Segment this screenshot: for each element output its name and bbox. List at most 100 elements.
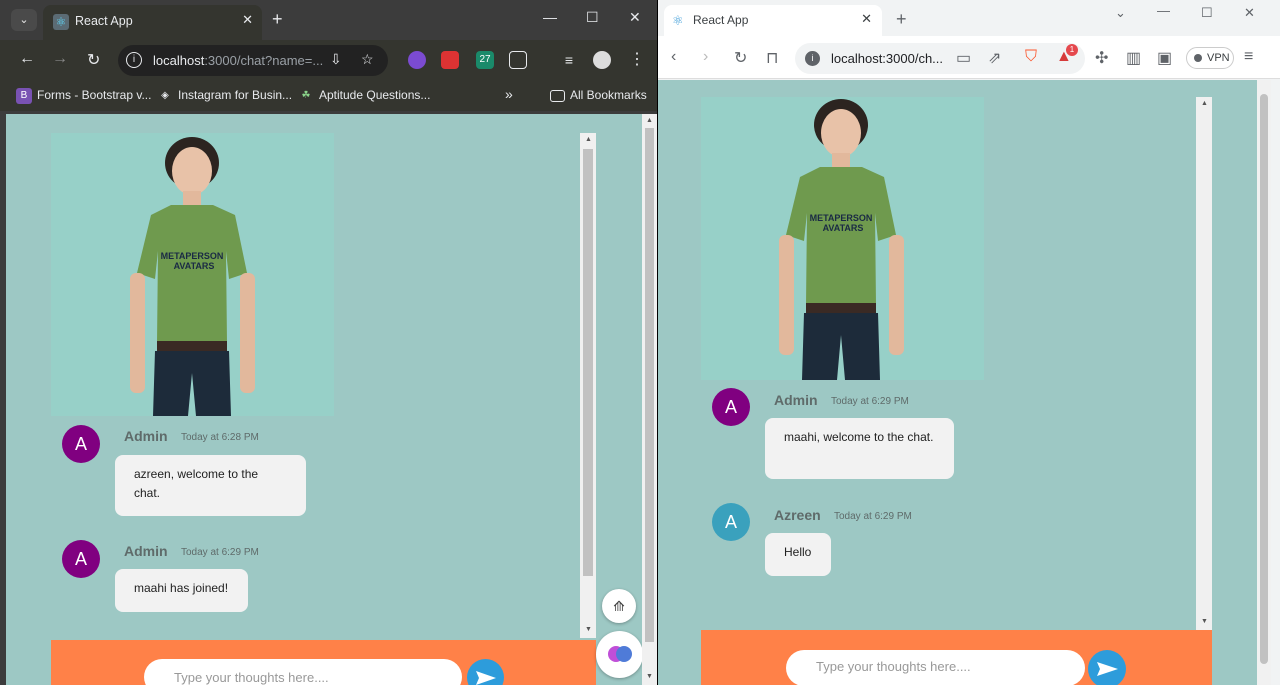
- send-button[interactable]: [1088, 650, 1126, 685]
- scroll-up-icon[interactable]: ▲: [646, 117, 653, 124]
- minimize-button[interactable]: —: [543, 9, 557, 25]
- site-info-icon[interactable]: i: [126, 52, 142, 68]
- address-bar[interactable]: i localhost:3000/ch...: [795, 43, 1085, 74]
- bookmark-instagram[interactable]: ◈ Instagram for Busin...: [157, 88, 292, 104]
- new-tab-button[interactable]: +: [896, 9, 907, 30]
- user-avatar-admin: A: [62, 425, 100, 463]
- wallet-icon[interactable]: ▣: [1157, 48, 1172, 68]
- bookmark-star-icon[interactable]: ☆: [361, 51, 374, 68]
- menu-dots-icon[interactable]: ⋮: [628, 51, 646, 69]
- chat-footer: Type your thoughts here....: [701, 630, 1212, 685]
- reload-icon[interactable]: ↻: [87, 50, 100, 70]
- page-scrollbar[interactable]: ▲ ▼: [642, 114, 657, 685]
- chat-input[interactable]: Type your thoughts here....: [144, 659, 462, 685]
- browser-toolbar: ‹ › ↻ ⊓ i localhost:3000/ch... ▭ ⇗ ⛉ ▲ 1…: [658, 36, 1280, 79]
- url-rest: :3000/chat?name=...: [204, 53, 324, 68]
- tab-react-app[interactable]: ⚛ React App ✕: [43, 5, 262, 40]
- chat-scroll-thumb[interactable]: [583, 149, 593, 576]
- bookmark-aptitude[interactable]: ☘ Aptitude Questions...: [298, 88, 431, 104]
- close-tab-icon[interactable]: ✕: [242, 12, 253, 28]
- shirt-text-line2: AVATARS: [823, 223, 864, 233]
- extensions-puzzle-icon[interactable]: ✣: [1095, 48, 1108, 68]
- tab-title: React App: [75, 14, 133, 28]
- bootstrap-icon: B: [16, 88, 32, 104]
- url-text: localhost:3000/ch...: [831, 51, 944, 66]
- brave-window: ⚛ React App ✕ + ⌄ — ☐ ✕ ‹ › ↻ ⊓ i localh…: [658, 0, 1280, 685]
- tab-bar: ⌄ ⚛ React App ✕ + — ☐ ✕: [0, 0, 657, 40]
- extension-red-icon[interactable]: [441, 51, 459, 69]
- chat-input[interactable]: Type your thoughts here....: [786, 650, 1085, 685]
- shirt-text-line1: METAPERSON: [810, 213, 873, 223]
- scroll-up-icon[interactable]: ▲: [1201, 100, 1208, 107]
- chat-scrollbar[interactable]: ▲ ▼: [580, 133, 596, 638]
- close-tab-icon[interactable]: ✕: [861, 11, 872, 27]
- forward-icon[interactable]: ›: [703, 48, 708, 66]
- all-bookmarks-label: All Bookmarks: [570, 88, 647, 102]
- bookmark-label: Instagram for Busin...: [178, 88, 293, 103]
- tab-search-button[interactable]: ⌄: [11, 9, 37, 31]
- brain-icon: ☘: [301, 90, 311, 101]
- site-info-icon[interactable]: i: [805, 51, 820, 66]
- install-icon[interactable]: ⇩: [330, 51, 342, 68]
- extension-brain-icon[interactable]: [408, 51, 426, 69]
- scroll-up-icon[interactable]: ▲: [585, 136, 592, 143]
- page-scrollbar[interactable]: [1257, 80, 1271, 685]
- send-icon: [476, 671, 496, 685]
- scroll-down-icon[interactable]: ▼: [1201, 618, 1208, 625]
- react-icon: ⚛: [672, 13, 684, 28]
- scroll-down-icon[interactable]: ▼: [646, 673, 653, 680]
- new-tab-button[interactable]: +: [272, 9, 283, 30]
- message-timestamp: Today at 6:29 PM: [181, 547, 259, 558]
- message-timestamp: Today at 6:29 PM: [834, 511, 912, 522]
- shirt-text-line1: METAPERSON: [161, 251, 224, 261]
- vpn-button[interactable]: VPN: [1186, 47, 1234, 69]
- chat-scrollbar[interactable]: ▲ ▼: [1196, 97, 1212, 630]
- send-button[interactable]: [467, 659, 504, 685]
- rewards-badge: 1: [1066, 44, 1078, 56]
- back-icon[interactable]: ←: [19, 50, 35, 68]
- minimize-button[interactable]: —: [1157, 3, 1170, 18]
- browser-toolbar: ← → ↻ i localhost:3000/chat?name=... ⇩ ☆…: [0, 40, 657, 81]
- sidebar-icon[interactable]: ▥: [1126, 48, 1141, 68]
- message-bubble: Hello: [765, 533, 831, 576]
- message-username: Azreen: [774, 507, 821, 523]
- brain-fab-button[interactable]: [596, 631, 643, 678]
- user-avatar-admin: A: [712, 388, 750, 426]
- profile-avatar[interactable]: [593, 51, 611, 69]
- user-avatar-admin: A: [62, 540, 100, 578]
- translate-icon[interactable]: ⟰: [602, 589, 636, 623]
- forward-icon[interactable]: →: [52, 50, 68, 68]
- reload-icon[interactable]: ↻: [734, 48, 747, 68]
- tab-title: React App: [693, 13, 749, 27]
- page-scroll-thumb[interactable]: [645, 128, 654, 642]
- brave-shield-icon[interactable]: ⛉: [1025, 48, 1037, 66]
- avatar-figure: METAPERSON AVATARS: [779, 99, 904, 380]
- page-margin-left: [658, 80, 701, 685]
- bookmark-forms-bootstrap[interactable]: B Forms - Bootstrap v...: [16, 88, 151, 104]
- extensions-puzzle-icon[interactable]: [509, 51, 527, 69]
- bookmark-icon[interactable]: ⊓: [766, 48, 778, 68]
- back-icon[interactable]: ‹: [671, 48, 676, 66]
- share-icon[interactable]: ⇗: [988, 48, 1001, 68]
- extension-27-icon[interactable]: 27: [476, 51, 494, 69]
- bookmarks-overflow-icon[interactable]: »: [505, 86, 513, 102]
- menu-icon[interactable]: ≡: [1244, 48, 1253, 66]
- media-control-icon[interactable]: ≡: [560, 51, 578, 69]
- cast-icon[interactable]: ▭: [956, 48, 971, 68]
- close-window-button[interactable]: ✕: [629, 9, 641, 26]
- scroll-down-icon[interactable]: ▼: [585, 626, 592, 633]
- message-timestamp: Today at 6:28 PM: [181, 432, 259, 443]
- address-bar[interactable]: i localhost:3000/chat?name=... ⇩ ☆: [118, 45, 388, 76]
- maximize-button[interactable]: ☐: [1201, 5, 1213, 21]
- maximize-button[interactable]: ☐: [586, 9, 599, 26]
- chrome-window: ⌄ ⚛ React App ✕ + — ☐ ✕ ← → ↻ i localhos…: [0, 0, 657, 685]
- brain-icon: [608, 646, 632, 662]
- message-username: Admin: [774, 392, 818, 408]
- page-scroll-thumb[interactable]: [1260, 94, 1268, 664]
- tab-react-app[interactable]: ⚛ React App ✕: [664, 5, 882, 36]
- tab-search-icon[interactable]: ⌄: [1115, 5, 1126, 21]
- all-bookmarks[interactable]: All Bookmarks: [550, 88, 647, 102]
- message-bubble: maahi, welcome to the chat.: [765, 418, 954, 479]
- folder-icon: [550, 89, 565, 102]
- close-window-button[interactable]: ✕: [1244, 5, 1255, 21]
